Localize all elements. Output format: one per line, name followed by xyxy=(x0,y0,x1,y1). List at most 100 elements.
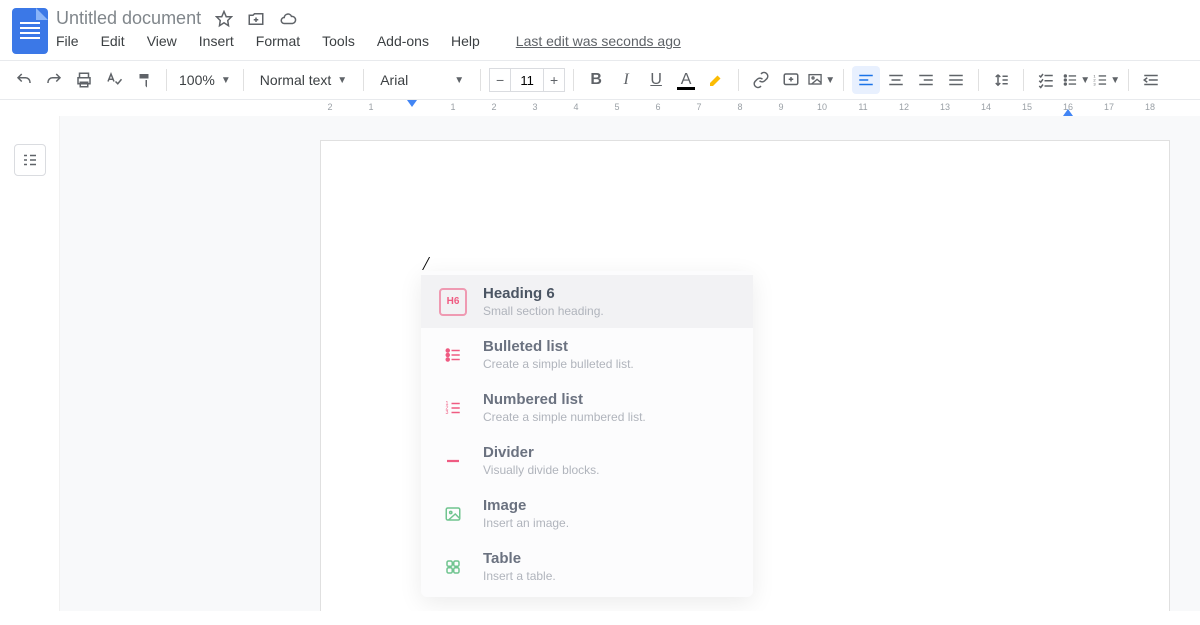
print-button[interactable] xyxy=(70,66,98,94)
slash-menu-item-text: DividerVisually divide blocks. xyxy=(483,444,600,477)
separator xyxy=(1023,69,1024,91)
separator xyxy=(243,69,244,91)
docs-logo[interactable] xyxy=(12,8,48,54)
align-justify-button[interactable] xyxy=(942,66,970,94)
header-bar: Untitled document File Edit View Insert … xyxy=(0,0,1200,54)
ruler[interactable]: 21123456789101112131415161718 xyxy=(60,100,1200,116)
slash-menu-item-title: Image xyxy=(483,497,569,514)
insert-image-button[interactable]: ▼ xyxy=(807,66,835,94)
redo-button[interactable] xyxy=(40,66,68,94)
caret-down-icon: ▼ xyxy=(221,75,231,86)
document-outline-button[interactable] xyxy=(14,144,46,176)
italic-button[interactable]: I xyxy=(612,66,640,94)
slash-menu-item-desc: Visually divide blocks. xyxy=(483,463,600,477)
menu-view[interactable]: View xyxy=(147,33,177,49)
ruler-tick: 5 xyxy=(614,102,619,112)
slash-menu-item-text: TableInsert a table. xyxy=(483,550,556,583)
slash-menu-item-image[interactable]: ImageInsert an image. xyxy=(421,487,753,540)
insert-link-button[interactable] xyxy=(747,66,775,94)
caret-down-icon: ▼ xyxy=(454,75,464,86)
bulleted-list-icon xyxy=(439,341,467,369)
right-indent-marker[interactable] xyxy=(1063,109,1073,116)
insert-comment-button[interactable] xyxy=(777,66,805,94)
numbered-list-icon: 123 xyxy=(439,394,467,422)
slash-menu-item-divider[interactable]: DividerVisually divide blocks. xyxy=(421,434,753,487)
ruler-tick: 9 xyxy=(778,102,783,112)
first-line-indent-marker[interactable] xyxy=(407,100,417,107)
ruler-tick: 15 xyxy=(1022,102,1032,112)
slash-menu-item-heading-6[interactable]: H6Heading 6Small section heading. xyxy=(421,275,753,328)
bulleted-list-button[interactable]: ▼ xyxy=(1062,66,1090,94)
ruler-tick: 2 xyxy=(491,102,496,112)
caret-down-icon: ▼ xyxy=(1110,75,1120,86)
workspace: / H6Heading 6Small section heading.Bulle… xyxy=(0,116,1200,611)
align-center-button[interactable] xyxy=(882,66,910,94)
separator xyxy=(363,69,364,91)
menu-insert[interactable]: Insert xyxy=(199,33,234,49)
highlight-button[interactable] xyxy=(702,66,730,94)
increase-font-size-button[interactable]: + xyxy=(543,68,565,92)
decrease-indent-button[interactable] xyxy=(1137,66,1165,94)
move-icon[interactable] xyxy=(247,10,265,28)
ruler-tick: 8 xyxy=(737,102,742,112)
numbered-list-button[interactable]: 123▼ xyxy=(1092,66,1120,94)
slash-menu-item-desc: Insert a table. xyxy=(483,569,556,583)
last-edit-link[interactable]: Last edit was seconds ago xyxy=(516,33,681,49)
font-size-control: − + xyxy=(489,68,565,92)
star-icon[interactable] xyxy=(215,10,233,28)
caret-down-icon: ▼ xyxy=(825,75,835,86)
ruler-tick: 14 xyxy=(981,102,991,112)
menu-format[interactable]: Format xyxy=(256,33,300,49)
svg-text:3: 3 xyxy=(446,410,449,416)
caret-down-icon: ▼ xyxy=(1080,75,1090,86)
cloud-status-icon[interactable] xyxy=(279,10,297,28)
slash-menu-item-desc: Small section heading. xyxy=(483,304,604,318)
paint-format-button[interactable] xyxy=(130,66,158,94)
ruler-tick: 11 xyxy=(858,102,867,112)
svg-text:3: 3 xyxy=(1093,81,1096,86)
menu-help[interactable]: Help xyxy=(451,33,480,49)
ruler-tick: 1 xyxy=(450,102,455,112)
font-size-input[interactable] xyxy=(511,68,543,92)
menu-addons[interactable]: Add-ons xyxy=(377,33,429,49)
page-canvas[interactable]: / H6Heading 6Small section heading.Bulle… xyxy=(60,116,1200,611)
text-color-button[interactable]: A xyxy=(672,66,700,94)
toolbar: 100%▼ Normal text▼ Arial▼ − + B I U A ▼ … xyxy=(0,60,1200,100)
checklist-button[interactable] xyxy=(1032,66,1060,94)
slash-menu-item-numbered-list[interactable]: 123Numbered listCreate a simple numbered… xyxy=(421,381,753,434)
font-value: Arial xyxy=(380,72,408,88)
slash-command-menu: H6Heading 6Small section heading.Bullete… xyxy=(421,271,753,597)
menu-bar: File Edit View Insert Format Tools Add-o… xyxy=(56,33,681,49)
underline-button[interactable]: U xyxy=(642,66,670,94)
menu-file[interactable]: File xyxy=(56,33,79,49)
spellcheck-button[interactable] xyxy=(100,66,128,94)
slash-menu-item-title: Numbered list xyxy=(483,391,646,408)
decrease-font-size-button[interactable]: − xyxy=(489,68,511,92)
slash-menu-item-table[interactable]: TableInsert a table. xyxy=(421,540,753,593)
slash-menu-item-title: Bulleted list xyxy=(483,338,634,355)
caret-down-icon: ▼ xyxy=(337,75,347,86)
left-rail xyxy=(0,116,60,611)
menu-edit[interactable]: Edit xyxy=(101,33,125,49)
title-row: Untitled document xyxy=(56,8,681,29)
line-spacing-button[interactable] xyxy=(987,66,1015,94)
bold-button[interactable]: B xyxy=(582,66,610,94)
heading6-icon: H6 xyxy=(439,288,467,316)
document-title[interactable]: Untitled document xyxy=(56,8,201,29)
menu-tools[interactable]: Tools xyxy=(322,33,355,49)
slash-menu-item-bulleted-list[interactable]: Bulleted listCreate a simple bulleted li… xyxy=(421,328,753,381)
paragraph-style-select[interactable]: Normal text▼ xyxy=(252,72,355,88)
align-left-button[interactable] xyxy=(852,66,880,94)
divider-icon xyxy=(439,447,467,475)
font-select[interactable]: Arial ▼ xyxy=(372,72,472,88)
separator xyxy=(738,69,739,91)
align-right-button[interactable] xyxy=(912,66,940,94)
ruler-tick: 18 xyxy=(1145,102,1155,112)
ruler-tick: 10 xyxy=(817,102,827,112)
slash-menu-item-text: ImageInsert an image. xyxy=(483,497,569,530)
document-page[interactable]: / H6Heading 6Small section heading.Bulle… xyxy=(320,140,1170,611)
undo-button[interactable] xyxy=(10,66,38,94)
ruler-tick: 13 xyxy=(940,102,950,112)
zoom-value: 100% xyxy=(179,72,215,88)
zoom-select[interactable]: 100% ▼ xyxy=(175,72,235,88)
